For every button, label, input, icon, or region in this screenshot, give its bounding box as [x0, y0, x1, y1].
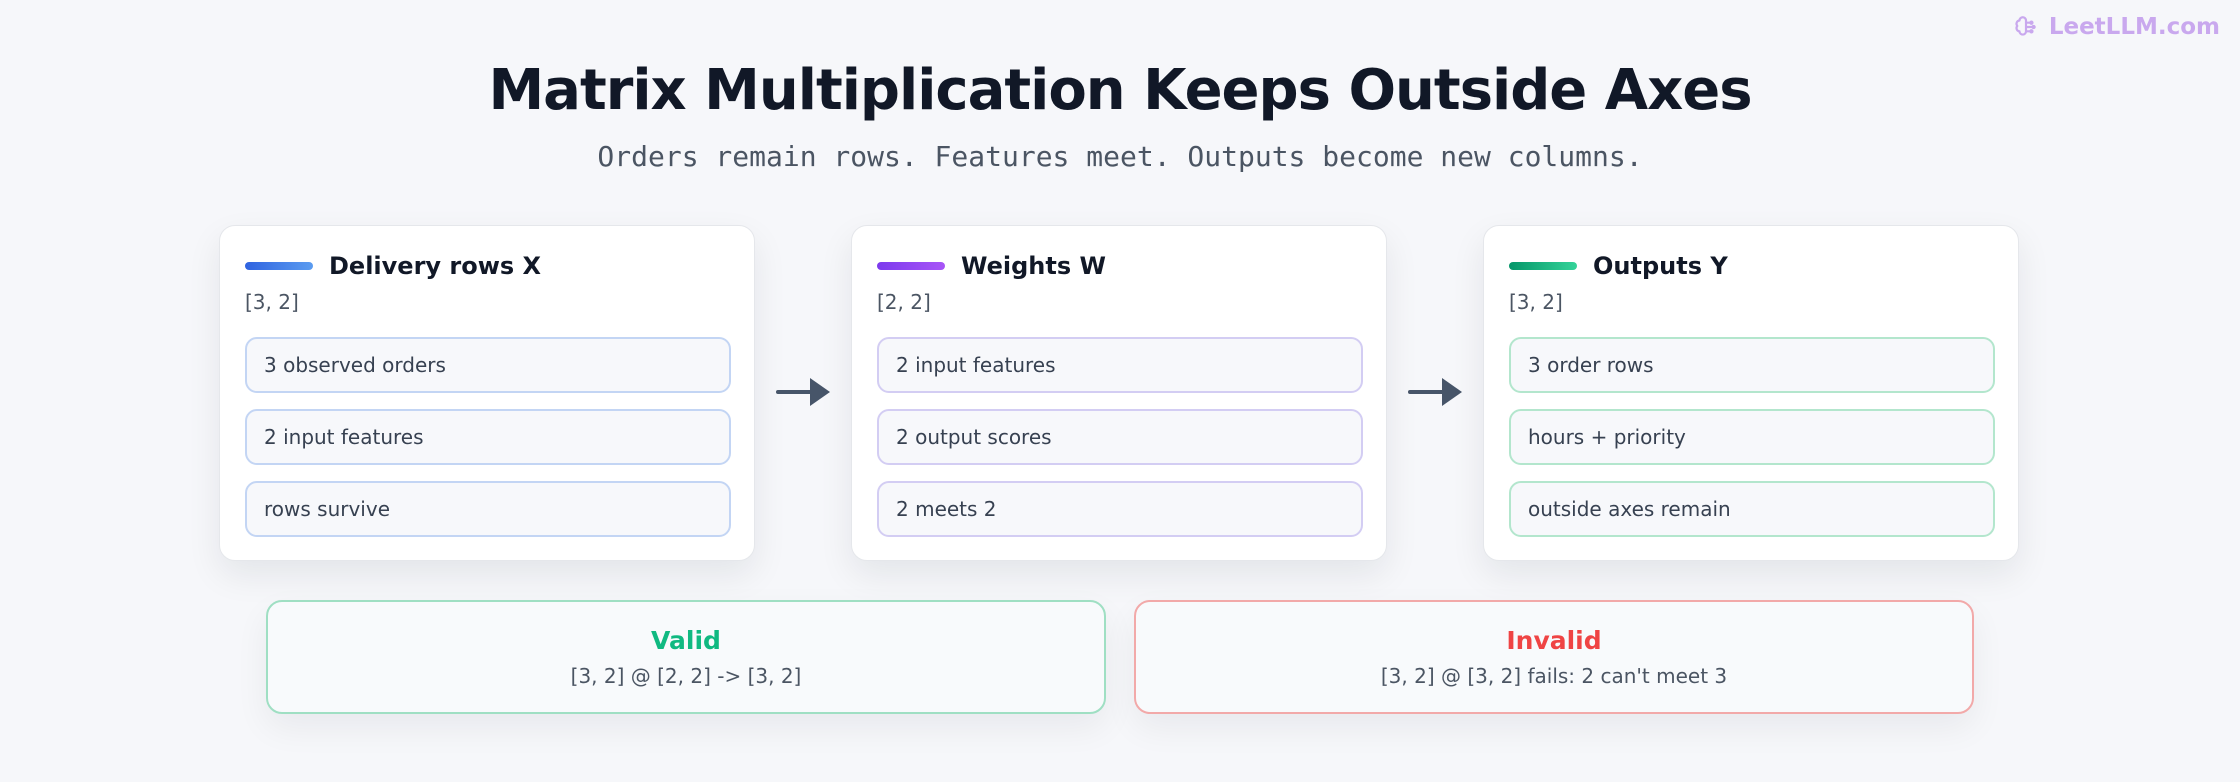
card-shape: [2, 2] [877, 290, 931, 314]
brain-icon [2015, 16, 2036, 36]
card-item: 3 observed orders [245, 337, 731, 393]
arrow-right-icon [776, 378, 830, 406]
arrow-right-icon [1408, 378, 1462, 406]
accent-bar [877, 262, 945, 270]
card-shape: [3, 2] [245, 290, 299, 314]
card-title: Delivery rows X [329, 252, 542, 280]
card-item: rows survive [245, 481, 731, 537]
card-item: 2 input features [877, 337, 1363, 393]
valid-expression: [3, 2] @ [2, 2] -> [3, 2] [570, 664, 802, 688]
card-item: outside axes remain [1509, 481, 1995, 537]
card-item: 2 output scores [877, 409, 1363, 465]
card-item: 2 meets 2 [877, 481, 1363, 537]
brand-logo[interactable]: LeetLLM.com [2013, 14, 2220, 40]
page-subtitle: Orders remain rows. Features meet. Outpu… [597, 140, 1643, 173]
card-title: Weights W [961, 252, 1106, 280]
card-header: Weights W [877, 252, 1106, 280]
card-shape: [3, 2] [1509, 290, 1563, 314]
page-title: Matrix Multiplication Keeps Outside Axes [488, 58, 1752, 123]
card-title: Outputs Y [1593, 252, 1728, 280]
card-header: Delivery rows X [245, 252, 541, 280]
card-item: 2 input features [245, 409, 731, 465]
card-header: Outputs Y [1509, 252, 1728, 280]
card-weights-w: Weights W [2, 2] 2 input features 2 outp… [851, 225, 1387, 561]
card-outputs-y: Outputs Y [3, 2] 3 order rows hours + pr… [1483, 225, 2019, 561]
brand-name: LeetLLM.com [2048, 14, 2220, 40]
card-delivery-rows-x: Delivery rows X [3, 2] 3 observed orders… [219, 225, 755, 561]
card-item: 3 order rows [1509, 337, 1995, 393]
invalid-example-panel: Invalid [3, 2] @ [3, 2] fails: 2 can't m… [1134, 600, 1974, 714]
accent-bar [245, 262, 313, 270]
invalid-title: Invalid [1506, 626, 1602, 655]
card-item: hours + priority [1509, 409, 1995, 465]
accent-bar [1509, 262, 1577, 270]
valid-example-panel: Valid [3, 2] @ [2, 2] -> [3, 2] [266, 600, 1106, 714]
valid-title: Valid [651, 626, 721, 655]
invalid-expression: [3, 2] @ [3, 2] fails: 2 can't meet 3 [1380, 664, 1728, 688]
